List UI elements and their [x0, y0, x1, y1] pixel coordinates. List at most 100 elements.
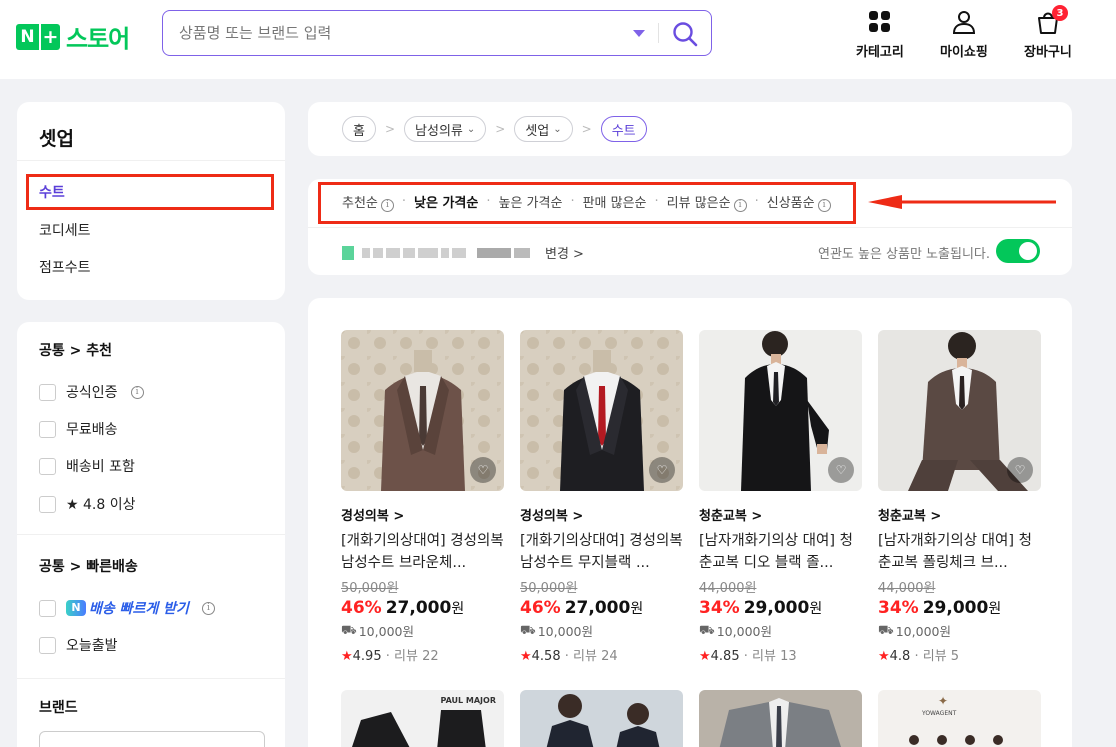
- star-icon: ★: [341, 649, 353, 664]
- product-card[interactable]: ♡ 청춘교복 > [남자개화기의상 대여] 청춘교복 폴링체크 브... 44,…: [878, 330, 1041, 664]
- chevron-right-icon: >: [384, 122, 396, 136]
- product-name[interactable]: [남자개화기의상 대여] 청춘교복 디오 블랙 졸...: [699, 530, 862, 574]
- checkbox[interactable]: [39, 636, 56, 654]
- filter-today-dispatch[interactable]: 오늘출발: [39, 635, 118, 655]
- chevron-down-icon: ⌄: [553, 123, 562, 135]
- nav-myshopping-label: 마이쇼핑: [940, 45, 988, 60]
- product-card[interactable]: ♡ 청춘교복 > [남자개화기의상 대여] 청춘교복 디오 블랙 졸... 44…: [699, 330, 862, 664]
- rating: ★4.58 · 리뷰 24: [520, 649, 618, 664]
- store-name[interactable]: 경성의복 >: [341, 505, 504, 524]
- store-name[interactable]: 경성의복 >: [520, 505, 683, 524]
- crumb-setup[interactable]: 셋업 ⌄: [514, 116, 573, 142]
- shipping-fee: ⛟ 10,000원: [878, 622, 951, 639]
- naver-store-logo[interactable]: N + 스토어: [16, 19, 130, 54]
- crumb-home[interactable]: 홈: [342, 116, 376, 142]
- search-icon[interactable]: [671, 20, 699, 48]
- heart-icon[interactable]: ♡: [470, 457, 496, 483]
- filter-label: 무료배송: [66, 422, 118, 438]
- heart-icon[interactable]: ♡: [649, 457, 675, 483]
- relevance-toggle[interactable]: [996, 239, 1040, 263]
- product-name[interactable]: [개화기의상대여] 경성의복 남성수트 브라운체...: [341, 530, 504, 574]
- sale-price: 34% 29,000원: [878, 598, 1002, 618]
- product-image[interactable]: [520, 690, 683, 747]
- filter-free-shipping[interactable]: 무료배송: [39, 419, 118, 439]
- logo-n: N: [16, 23, 39, 50]
- divider: [17, 534, 285, 535]
- address-row: 변경 >: [342, 243, 584, 262]
- nav-category[interactable]: 카테고리: [856, 8, 904, 60]
- filter-shipping-included[interactable]: 배송비 포함: [39, 456, 135, 476]
- divider: [308, 227, 1072, 228]
- logo-text: 스토어: [66, 25, 130, 53]
- sale-price: 46% 27,000원: [341, 598, 465, 618]
- store-name[interactable]: 청춘교복 >: [878, 505, 1041, 524]
- divider: [17, 678, 285, 679]
- nav-myshopping[interactable]: 마이쇼핑: [940, 8, 988, 60]
- checkbox[interactable]: [39, 495, 56, 513]
- heart-icon[interactable]: ♡: [828, 457, 854, 483]
- fast-n-icon: N: [66, 600, 86, 616]
- search-input[interactable]: [179, 22, 609, 44]
- info-icon[interactable]: i: [201, 601, 215, 615]
- product-image[interactable]: PAUL MAJOR: [341, 690, 504, 747]
- filter-card: 공통 > 추천 공식인증 i 무료배송 배송비 포함 ★ 4.8 이상 공통 >…: [17, 322, 285, 747]
- brand-logo-icon: ✦: [938, 694, 949, 708]
- person-icon: [952, 11, 975, 34]
- category-title: 셋업: [39, 128, 74, 150]
- top-header: N + 스토어 카테고리 마이쇼핑 3 장바구니: [0, 0, 1116, 79]
- heart-icon[interactable]: ♡: [1007, 457, 1033, 483]
- filter-rating-48[interactable]: ★ 4.8 이상: [39, 494, 135, 514]
- filter-group-fast-title: 공통 > 빠른배송: [39, 559, 138, 575]
- checkbox[interactable]: [39, 383, 56, 401]
- sale-price: 34% 29,000원: [699, 598, 823, 618]
- filter-fast-delivery[interactable]: N 배송 빠르게 받기 i: [39, 598, 215, 618]
- info-icon[interactable]: i: [130, 385, 144, 399]
- filter-official[interactable]: 공식인증 i: [39, 382, 144, 402]
- product-image[interactable]: ♡: [878, 330, 1041, 491]
- change-address-link[interactable]: 변경 >: [545, 243, 584, 262]
- product-image[interactable]: ✦ YOWAGENT: [878, 690, 1041, 747]
- product-image[interactable]: ♡: [520, 330, 683, 491]
- cart-count-badge: 3: [1051, 5, 1068, 21]
- category-item-jumpsuit[interactable]: 점프수트: [39, 257, 91, 277]
- product-image[interactable]: ♡: [341, 330, 504, 491]
- checkbox[interactable]: [39, 599, 56, 617]
- filter-group-recommend-title: 공통 > 추천: [39, 343, 113, 359]
- shipping-fee: ⛟ 10,000원: [699, 622, 772, 639]
- checkbox[interactable]: [39, 457, 56, 475]
- truck-icon: ⛟: [878, 622, 894, 637]
- star-icon: ★: [878, 649, 890, 664]
- product-name[interactable]: [개화기의상대여] 경성의복 남성수트 무지블랙 ...: [520, 530, 683, 574]
- brand-search-input[interactable]: [39, 731, 265, 747]
- highlight-box-sort: [318, 182, 856, 224]
- chevron-right-icon: >: [495, 122, 506, 136]
- product-image[interactable]: ♡: [699, 330, 862, 491]
- nav-cart[interactable]: 3 장바구니: [1024, 5, 1072, 60]
- filter-label: 오늘출발: [66, 638, 118, 654]
- search-box: [162, 10, 712, 56]
- caret-down-icon[interactable]: [631, 25, 647, 41]
- original-price: 44,000원: [699, 581, 757, 596]
- crumb-suit[interactable]: 수트: [600, 116, 647, 142]
- crumb-mens[interactable]: 남성의류 ⌄: [404, 116, 487, 142]
- shipping-fee: ⛟ 10,000원: [341, 622, 414, 639]
- truck-icon: ⛟: [520, 622, 536, 637]
- filter-label: ★ 4.8 이상: [66, 497, 136, 513]
- location-icon: [342, 245, 354, 260]
- store-name[interactable]: 청춘교복 >: [699, 505, 862, 524]
- logo-plus: +: [39, 23, 60, 50]
- chevron-down-icon: ⌄: [466, 123, 476, 135]
- category-item-coordi-set[interactable]: 코디세트: [39, 220, 91, 240]
- product-image[interactable]: [699, 690, 862, 747]
- product-card[interactable]: ♡ 경성의복 > [개화기의상대여] 경성의복 남성수트 무지블랙 ... 50…: [520, 330, 683, 664]
- truck-icon: ⛟: [341, 622, 357, 637]
- filter-label: 공식인증: [66, 385, 118, 401]
- relevance-text: 연관도 높은 상품만 노출됩니다.: [817, 247, 990, 262]
- star-icon: ★: [520, 649, 532, 664]
- rating: ★4.85 · 리뷰 13: [699, 649, 797, 664]
- product-name[interactable]: [남자개화기의상 대여] 청춘교복 폴링체크 브...: [878, 530, 1041, 574]
- product-card[interactable]: ♡ 경성의복 > [개화기의상대여] 경성의복 남성수트 브라운체... 50,…: [341, 330, 504, 664]
- breadcrumb-card: 홈 > 남성의류 ⌄ > 셋업 ⌄ > 수트: [308, 102, 1072, 156]
- checkbox[interactable]: [39, 420, 56, 438]
- grid-icon: [868, 11, 890, 32]
